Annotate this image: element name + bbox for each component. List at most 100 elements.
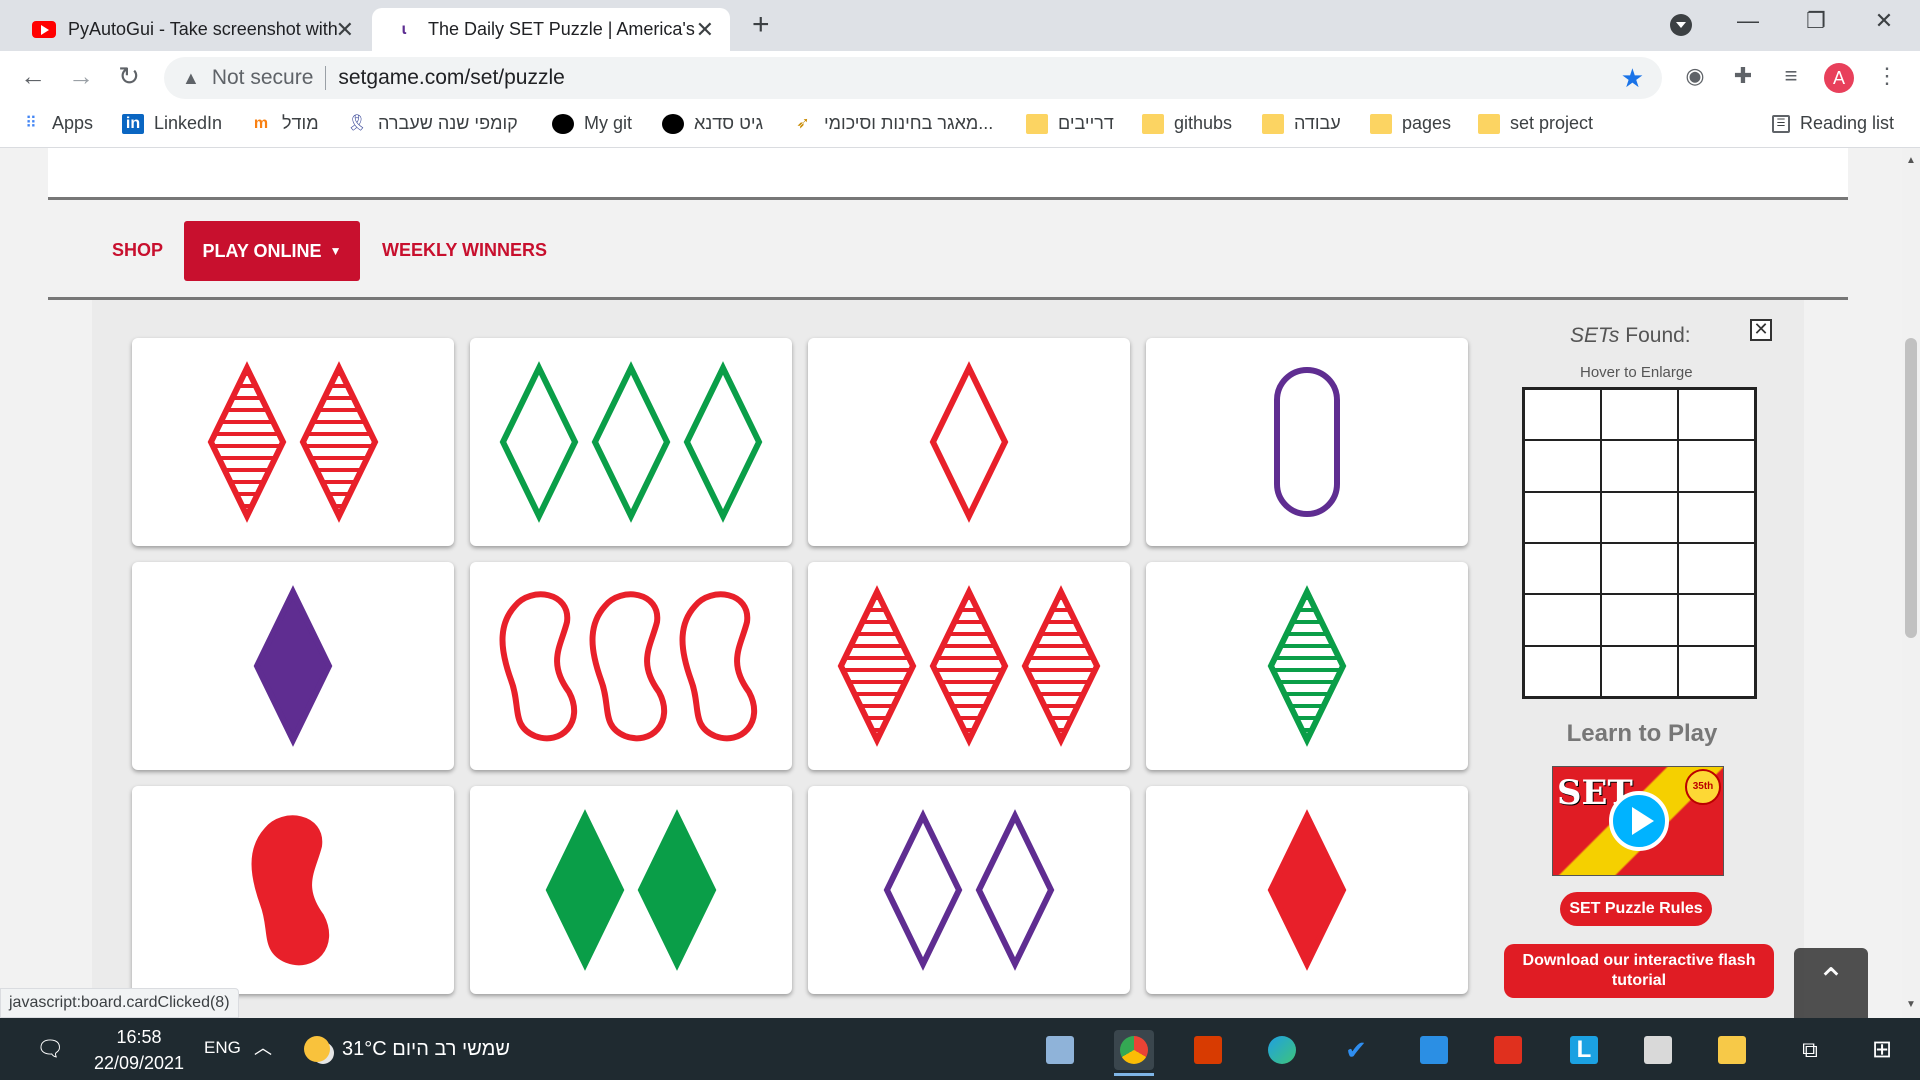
folder-icon: [1262, 113, 1284, 134]
tutorial-video-thumbnail[interactable]: SET 35th: [1552, 766, 1724, 876]
bookmark-star-icon[interactable]: ★: [1621, 63, 1644, 94]
back-button[interactable]: ←: [18, 61, 48, 92]
close-icon[interactable]: ✕: [1750, 319, 1772, 341]
file-explorer-icon[interactable]: [1712, 1030, 1752, 1070]
l-app-icon[interactable]: L: [1564, 1030, 1604, 1070]
address-bar[interactable]: ▲ Not secure setgame.com/set/puzzle ★: [164, 57, 1662, 99]
paint-app-icon[interactable]: [1040, 1030, 1080, 1070]
learn-to-play-heading: Learn to Play: [1566, 720, 1718, 747]
set-card[interactable]: [132, 786, 454, 994]
diamond-symbol: [637, 809, 717, 971]
found-slot: [1678, 491, 1755, 543]
tab-search-icon[interactable]: [1670, 14, 1692, 36]
scroll-down-arrow-icon[interactable]: ▼: [1902, 996, 1920, 1014]
extension-icon[interactable]: ◉: [1680, 63, 1710, 93]
card-symbols: [837, 585, 1101, 747]
set-card[interactable]: [470, 786, 792, 994]
taskbar-clock[interactable]: 16:58 22/09/2021: [84, 1024, 194, 1076]
extensions-puzzle-icon[interactable]: ✚: [1728, 63, 1758, 93]
bookmark-label: set project: [1510, 113, 1594, 133]
set-puzzle-rules-button[interactable]: SET Puzzle Rules: [1560, 892, 1712, 926]
found-slot: [1524, 542, 1601, 595]
sets-found-panel: SETs Found: ✕ Hover to Enlarge Learn to …: [1480, 300, 1804, 1018]
store-app-icon[interactable]: [1638, 1030, 1678, 1070]
restore-button[interactable]: ❐: [1796, 8, 1836, 34]
play-online-button[interactable]: PLAY ONLINE ▼: [184, 221, 360, 281]
new-tab-button[interactable]: +: [752, 8, 770, 42]
set-card[interactable]: [470, 562, 792, 770]
reading-list-button[interactable]: ☰ Reading list: [1772, 113, 1894, 134]
window-close-button[interactable]: ✕: [1864, 8, 1904, 34]
scroll-up-arrow-icon[interactable]: ▲: [1902, 152, 1920, 170]
office-app-icon[interactable]: [1188, 1030, 1228, 1070]
nav-weekly-winners-link[interactable]: WEEKLY WINNERS: [382, 240, 547, 261]
set-card[interactable]: [132, 562, 454, 770]
bookmark-drivers[interactable]: דרייבים: [1026, 113, 1114, 134]
scroll-to-top-button[interactable]: ⌃: [1794, 948, 1868, 1018]
set-card[interactable]: [1146, 338, 1468, 546]
set-card[interactable]: [808, 338, 1130, 546]
set-card[interactable]: [808, 562, 1130, 770]
set-card[interactable]: [808, 786, 1130, 994]
scrollbar-thumb[interactable]: [1905, 338, 1917, 638]
edge-app-icon[interactable]: [1262, 1030, 1302, 1070]
bookmark-compy[interactable]: 🎗 קומפי שנה שעברה: [346, 113, 518, 134]
bookmark-pages[interactable]: pages: [1370, 113, 1451, 134]
pinned-red-app-icon[interactable]: [1488, 1030, 1528, 1070]
set-card[interactable]: [132, 338, 454, 546]
bookmark-set-project[interactable]: set project: [1478, 113, 1593, 134]
tray-chevron-icon[interactable]: ︿: [254, 1034, 272, 1060]
close-tab-icon[interactable]: ✕: [696, 17, 714, 43]
minimize-button[interactable]: —: [1728, 8, 1768, 34]
set-card[interactable]: [1146, 562, 1468, 770]
tab-set-puzzle[interactable]: ɩ The Daily SET Puzzle | America's F ✕: [372, 8, 730, 51]
bookmark-label: גיט סדנא: [694, 113, 764, 133]
github-icon: [662, 113, 684, 134]
notifications-icon[interactable]: 🗨: [36, 1036, 64, 1062]
bookmark-label: pages: [1402, 113, 1452, 133]
bookmark-exams[interactable]: ➶ מאגר בחינות וסיכומי...: [792, 113, 993, 134]
weather-widget[interactable]: 31°C שמשי רב היום: [304, 1036, 510, 1062]
forward-button[interactable]: →: [66, 61, 96, 92]
card-symbols: [1274, 367, 1340, 517]
media-control-icon[interactable]: ≡: [1776, 63, 1806, 93]
caret-down-icon: ▼: [329, 244, 342, 258]
folder-icon: [1142, 113, 1164, 134]
close-tab-icon[interactable]: ✕: [336, 17, 354, 43]
bookmark-my-git[interactable]: My git: [552, 113, 632, 134]
bookmark-work[interactable]: עבודה: [1262, 113, 1341, 134]
download-flash-tutorial-button[interactable]: Download our interactive flash tutorial: [1504, 944, 1774, 998]
sets-found-grid: [1522, 387, 1757, 699]
found-slot: [1524, 389, 1601, 441]
card-symbols: [251, 815, 330, 966]
clock-date: 22/09/2021: [93, 1053, 185, 1073]
mail-app-icon[interactable]: [1414, 1030, 1454, 1070]
chrome-app-icon[interactable]: [1114, 1030, 1154, 1076]
windows-start-icon[interactable]: ⊞: [1862, 1030, 1902, 1070]
reload-button[interactable]: ↻: [114, 61, 144, 92]
profile-avatar[interactable]: A: [1824, 63, 1854, 93]
tab-pyautogui[interactable]: PyAutoGui - Take screenshot with ✕: [14, 8, 370, 51]
page-scrollbar[interactable]: ▲ ▼: [1902, 148, 1920, 1018]
github-icon: [552, 113, 574, 134]
nav-shop-link[interactable]: SHOP: [112, 240, 163, 261]
language-indicator[interactable]: ENG: [204, 1038, 241, 1058]
folder-icon: [1370, 113, 1392, 134]
set-card[interactable]: [470, 338, 792, 546]
bookmark-githubs[interactable]: githubs: [1142, 113, 1232, 134]
task-view-icon[interactable]: ⧉: [1790, 1030, 1830, 1070]
bookmark-git-workshop[interactable]: גיט סדנא: [662, 113, 763, 134]
bookmark-label: LinkedIn: [154, 113, 223, 133]
card-symbols: [929, 361, 1009, 523]
found-slot: [1678, 645, 1755, 697]
bookmark-moodle[interactable]: m מודל: [250, 113, 319, 134]
bookmark-linkedin[interactable]: in LinkedIn: [122, 113, 222, 134]
menu-kebab-icon[interactable]: ⋮: [1872, 63, 1902, 93]
set-card[interactable]: [1146, 786, 1468, 994]
active-indicator: [1114, 1073, 1154, 1076]
todo-app-icon[interactable]: ✔: [1336, 1030, 1376, 1070]
apps-grid-icon: ⠿: [25, 114, 37, 132]
bookmark-apps[interactable]: ⠿ Apps: [20, 113, 93, 134]
found-slot: [1601, 542, 1678, 595]
tab-title: PyAutoGui - Take screenshot with: [68, 19, 338, 39]
